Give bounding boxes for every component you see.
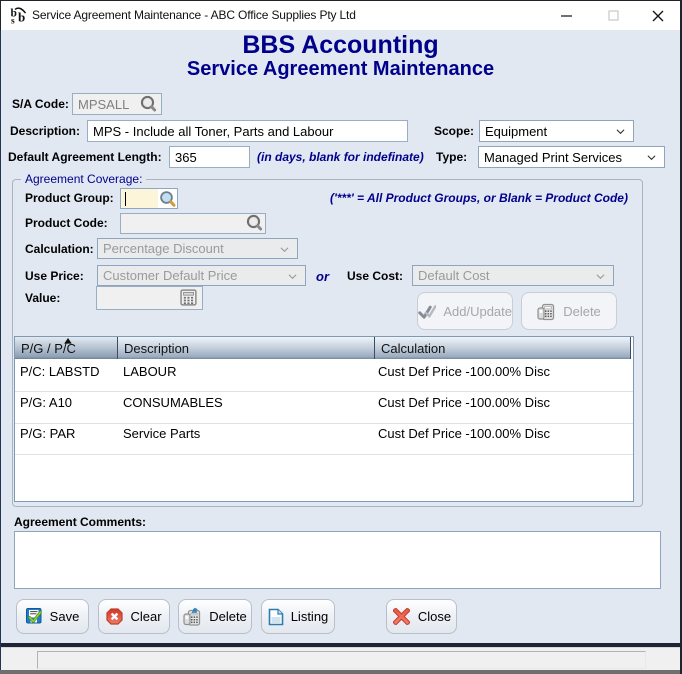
svg-text:s: s	[11, 17, 15, 27]
